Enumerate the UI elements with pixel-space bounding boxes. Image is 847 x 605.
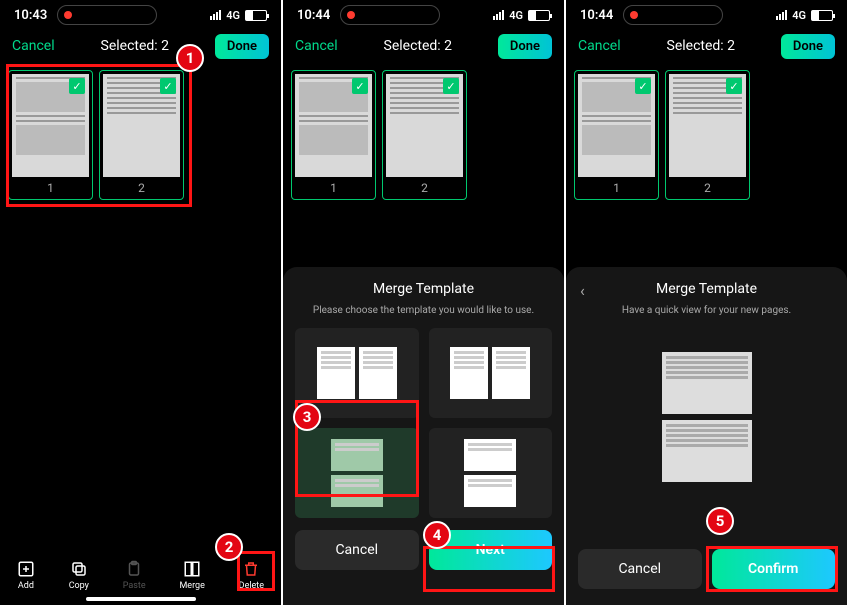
check-icon: ✓ (160, 78, 176, 94)
cancel-link[interactable]: Cancel (578, 38, 621, 54)
thumb-number: 1 (575, 177, 658, 199)
thumb-image: ✓ (295, 74, 372, 177)
battery-icon (528, 10, 550, 21)
page-thumb-2[interactable]: ✓ 2 (665, 70, 750, 200)
thumb-image: ✓ (578, 74, 655, 177)
thumb-image: ✓ (386, 74, 463, 177)
thumbnail-grid: ✓ 1 ✓ 2 (0, 62, 281, 208)
check-icon: ✓ (69, 78, 85, 94)
page-thumb-1[interactable]: ✓ 1 (8, 70, 93, 200)
record-dot-icon (630, 11, 638, 19)
sheet-title: Merge Template (578, 281, 835, 297)
thumbnail-grid: ✓ 1 ✓ 2 (566, 62, 847, 208)
merge-template-sheet: Merge Template Please choose the templat… (283, 267, 564, 605)
signal-bars-icon (493, 10, 504, 20)
thumb-image: ✓ (103, 74, 180, 177)
check-icon: ✓ (726, 78, 742, 94)
cancel-link[interactable]: Cancel (12, 38, 55, 54)
template-grid (295, 328, 552, 518)
preview-page-1 (662, 352, 752, 414)
copy-button[interactable]: Copy (69, 560, 89, 591)
status-time: 10:44 (297, 8, 330, 23)
page-thumb-1[interactable]: ✓ 1 (574, 70, 659, 200)
sheet-actions: Cancel Confirm (578, 549, 835, 589)
page-thumb-2[interactable]: ✓ 2 (382, 70, 467, 200)
battery-icon (811, 10, 833, 21)
template-2up-portrait-alt[interactable] (429, 328, 553, 418)
paste-icon (125, 560, 143, 578)
signal-bars-icon (776, 10, 787, 20)
top-bar: Cancel Selected: 2 Done (283, 30, 564, 62)
screen-2-template: 10:44 4G Cancel Selected: 2 Done ✓ 1 ✓ 2 (283, 0, 564, 605)
annotation-5: 5 (706, 507, 734, 535)
thumb-image: ✓ (12, 74, 89, 177)
recording-pill[interactable] (57, 5, 157, 25)
merge-icon (183, 560, 201, 578)
recording-pill[interactable] (340, 5, 440, 25)
selected-count: Selected: 2 (667, 38, 736, 54)
status-time: 10:43 (14, 8, 47, 23)
add-button[interactable]: Add (17, 560, 35, 591)
battery-icon (245, 10, 267, 21)
network-label: 4G (226, 9, 240, 22)
merge-preview-sheet: ‹ Merge Template Have a quick view for y… (566, 267, 847, 605)
thumb-number: 2 (666, 177, 749, 199)
done-button[interactable]: Done (215, 34, 269, 59)
merged-preview (578, 328, 835, 482)
back-chevron-icon[interactable]: ‹ (580, 281, 585, 300)
template-2up-stacked[interactable] (295, 428, 419, 518)
delete-button[interactable]: Delete (239, 560, 264, 591)
thumb-image: ✓ (669, 74, 746, 177)
done-button[interactable]: Done (781, 34, 835, 59)
thumb-number: 2 (100, 177, 183, 199)
annotation-1: 1 (176, 44, 204, 72)
preview-page-2 (662, 420, 752, 482)
screen-3-preview: 10:44 4G Cancel Selected: 2 Done ✓ 1 ✓ 2 (566, 0, 847, 605)
paste-button: Paste (123, 560, 146, 591)
sheet-cancel-button[interactable]: Cancel (578, 549, 702, 589)
selected-count: Selected: 2 (384, 38, 453, 54)
page-thumb-1[interactable]: ✓ 1 (291, 70, 376, 200)
sheet-confirm-button[interactable]: Confirm (712, 549, 836, 589)
status-bar: 10:43 4G (0, 0, 281, 30)
thumb-number: 2 (383, 177, 466, 199)
thumbnail-grid: ✓ 1 ✓ 2 (283, 62, 564, 208)
thumb-number: 1 (9, 177, 92, 199)
check-icon: ✓ (443, 78, 459, 94)
page-thumb-2[interactable]: ✓ 2 (99, 70, 184, 200)
signal-bars-icon (210, 10, 221, 20)
done-button[interactable]: Done (498, 34, 552, 59)
home-indicator[interactable] (86, 597, 196, 601)
record-dot-icon (64, 11, 72, 19)
thumb-number: 1 (292, 177, 375, 199)
screen-1-select: 10:43 4G Cancel Selected: 2 Done ✓ 1 ✓ 2 (0, 0, 281, 605)
cancel-link[interactable]: Cancel (295, 38, 338, 54)
check-icon: ✓ (352, 78, 368, 94)
sheet-title: Merge Template (295, 281, 552, 297)
record-dot-icon (347, 11, 355, 19)
merge-button[interactable]: Merge (179, 560, 204, 591)
sheet-subtitle: Please choose the template you would lik… (295, 305, 552, 316)
recording-pill[interactable] (623, 5, 723, 25)
copy-icon (70, 560, 88, 578)
trash-icon (242, 560, 260, 578)
annotation-4: 4 (423, 521, 451, 549)
top-bar: Cancel Selected: 2 Done (566, 30, 847, 62)
status-bar: 10:44 4G (283, 0, 564, 30)
template-2up-stacked-alt[interactable] (429, 428, 553, 518)
network-label: 4G (792, 9, 806, 22)
status-time: 10:44 (580, 8, 613, 23)
selected-count: Selected: 2 (101, 38, 170, 54)
status-bar: 10:44 4G (566, 0, 847, 30)
top-bar: Cancel Selected: 2 Done (0, 30, 281, 62)
check-icon: ✓ (635, 78, 651, 94)
network-label: 4G (509, 9, 523, 22)
sheet-subtitle: Have a quick view for your new pages. (578, 305, 835, 316)
annotation-2: 2 (215, 533, 243, 561)
add-icon (17, 560, 35, 578)
sheet-cancel-button[interactable]: Cancel (295, 530, 419, 570)
annotation-3: 3 (293, 403, 321, 431)
